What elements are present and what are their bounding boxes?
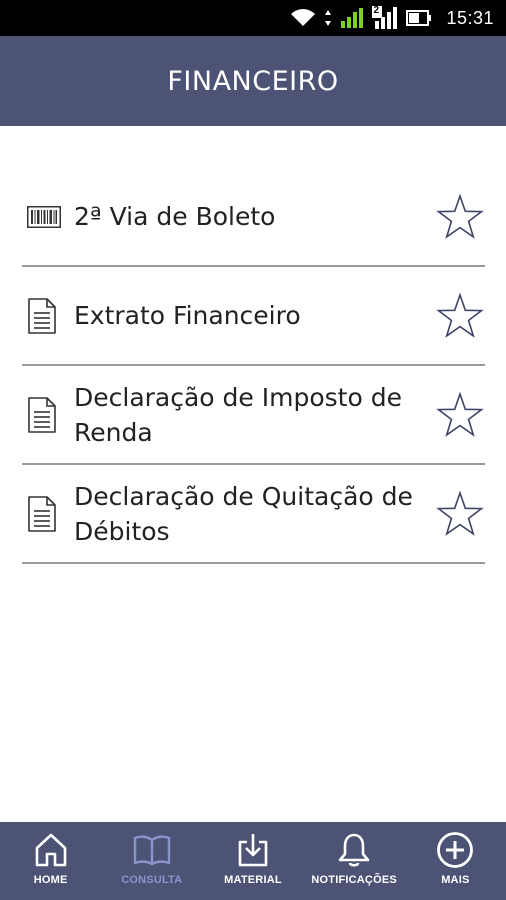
list-item-label: Declaração de Quitação de Débitos (74, 481, 413, 546)
data-transfer-icon (324, 9, 332, 27)
favorite-star-icon[interactable] (435, 192, 485, 242)
document-icon (27, 396, 61, 433)
download-icon (236, 830, 270, 870)
sim-badge: 2 (373, 5, 380, 16)
list-item-quitacao-debitos[interactable]: Declaração de Quitação de Débitos (22, 465, 485, 564)
app-header: FINANCEIRO (0, 36, 506, 126)
nav-item-material[interactable]: MATERIAL (202, 822, 303, 886)
nav-label: MAIS (441, 874, 470, 886)
home-icon (34, 830, 68, 870)
plus-circle-icon (436, 830, 474, 870)
list-item-imposto-renda[interactable]: Declaração de Imposto de Renda (22, 366, 485, 465)
signal-sim1-icon (340, 7, 364, 29)
document-icon (27, 297, 61, 334)
barcode-icon (27, 200, 61, 234)
list-item-boleto[interactable]: 2ª Via de Boleto (22, 168, 485, 267)
favorite-star-icon[interactable] (435, 390, 485, 440)
document-icon (27, 495, 61, 532)
favorite-star-icon[interactable] (435, 489, 485, 539)
nav-item-consulta[interactable]: CONSULTA (101, 822, 202, 886)
nav-item-notificacoes[interactable]: NOTIFICAÇÕES (304, 822, 405, 886)
favorite-star-icon[interactable] (435, 291, 485, 341)
list-item-extrato[interactable]: Extrato Financeiro (22, 267, 485, 366)
list-item-label: Extrato Financeiro (74, 301, 301, 330)
battery-icon (406, 10, 432, 26)
bottom-nav: HOME CONSULTA MATERIAL NOTIFICAÇÕES MAIS (0, 822, 506, 900)
book-icon (133, 830, 171, 870)
bell-icon (337, 830, 371, 870)
list-item-label: 2ª Via de Boleto (74, 202, 276, 231)
signal-sim2-icon: 2 (372, 5, 398, 30)
nav-label: NOTIFICAÇÕES (311, 874, 397, 886)
nav-label: MATERIAL (224, 874, 282, 886)
clock: 15:31 (446, 7, 494, 28)
wifi-icon (290, 8, 316, 28)
nav-label: CONSULTA (121, 874, 183, 886)
status-bar: 2 15:31 (0, 0, 506, 36)
page-title: FINANCEIRO (167, 65, 339, 97)
nav-item-home[interactable]: HOME (0, 822, 101, 886)
nav-item-mais[interactable]: MAIS (405, 822, 506, 886)
nav-label: HOME (33, 874, 68, 886)
financial-options-list: 2ª Via de Boleto Extrato Financeiro Decl… (22, 168, 485, 564)
list-item-label: Declaração de Imposto de Renda (74, 382, 402, 447)
